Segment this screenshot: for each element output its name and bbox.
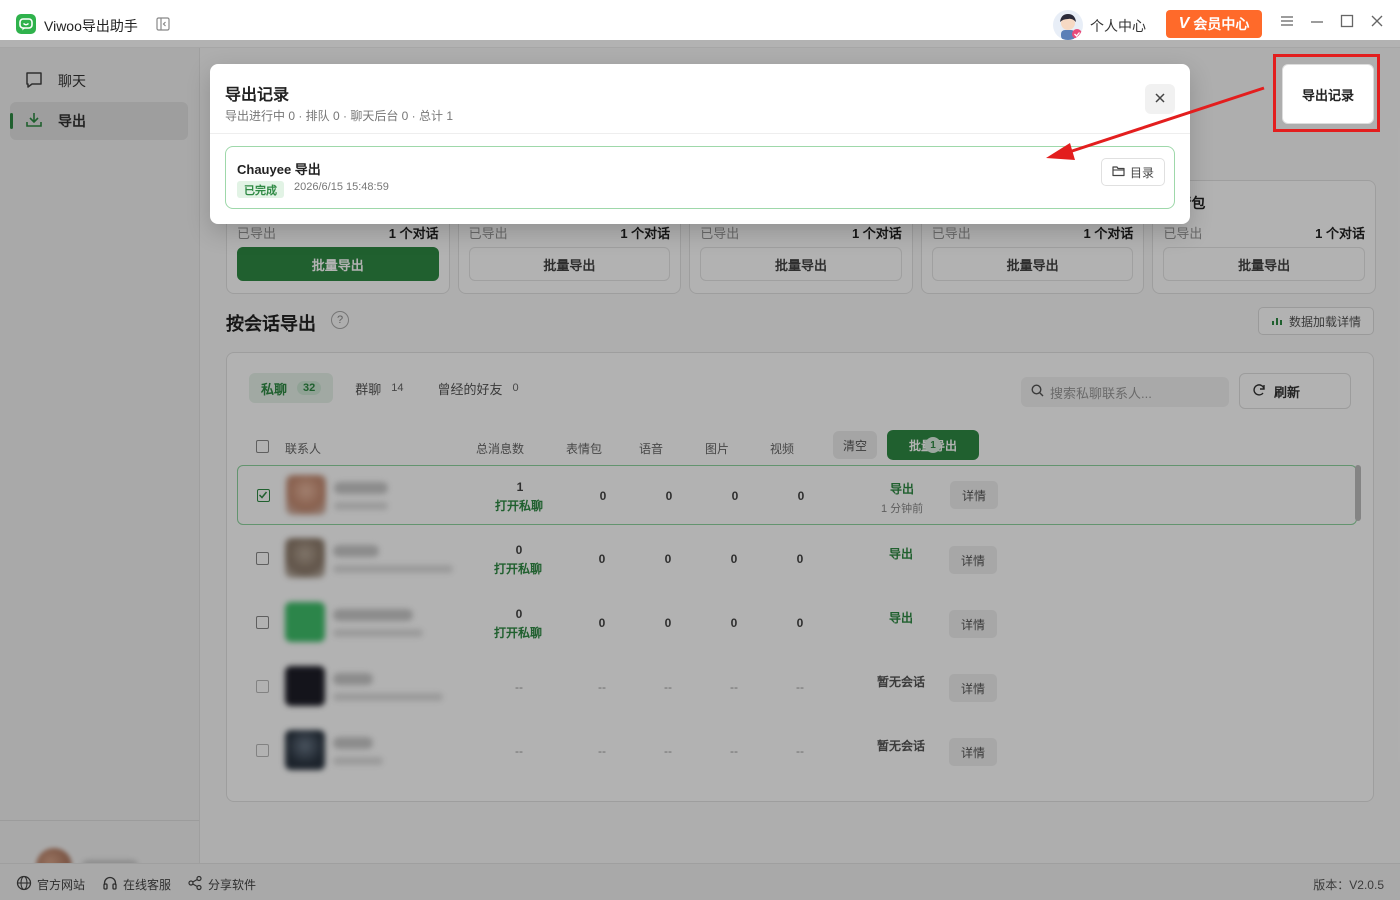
record-name: Chauyee 导出 xyxy=(237,162,321,177)
record-time: 2026/6/15 15:48:59 xyxy=(294,181,389,193)
modal-title: 导出记录 xyxy=(225,87,290,104)
highlight-box xyxy=(1273,54,1380,132)
close-modal-button[interactable] xyxy=(1145,84,1175,114)
folder-icon xyxy=(1112,165,1125,180)
record-status-badge: 已完成 xyxy=(237,181,284,198)
close-icon xyxy=(1154,92,1166,107)
export-record-item: Chauyee 导出 已完成 2026/6/15 15:48:59 目录 xyxy=(225,146,1175,209)
app-logo-icon xyxy=(16,14,36,34)
app-title: Viwoo导出助手 xyxy=(44,18,138,34)
minimize-icon[interactable] xyxy=(1310,14,1324,31)
maximize-icon[interactable] xyxy=(1340,14,1354,31)
modal-subtitle: 导出进行中 0 · 排队 0 · 聊天后台 0 · 总计 1 xyxy=(225,109,454,123)
open-directory-button[interactable]: 目录 xyxy=(1101,158,1165,186)
sidebar-toggle-icon[interactable] xyxy=(156,17,170,34)
open-directory-label: 目录 xyxy=(1129,165,1154,180)
modal-divider xyxy=(210,133,1190,134)
user-avatar[interactable] xyxy=(1053,10,1083,40)
export-records-modal: 导出记录 导出进行中 0 · 排队 0 · 聊天后台 0 · 总计 1 Chau… xyxy=(210,64,1190,224)
vip-center-label: 会员中心 xyxy=(1193,16,1250,32)
vip-center-button[interactable]: V 会员中心 xyxy=(1166,10,1262,38)
vip-badge-icon: V xyxy=(1178,15,1190,32)
menu-icon[interactable] xyxy=(1280,14,1294,31)
close-window-icon[interactable] xyxy=(1370,14,1384,31)
user-center-link[interactable]: 个人中心 xyxy=(1090,16,1146,36)
